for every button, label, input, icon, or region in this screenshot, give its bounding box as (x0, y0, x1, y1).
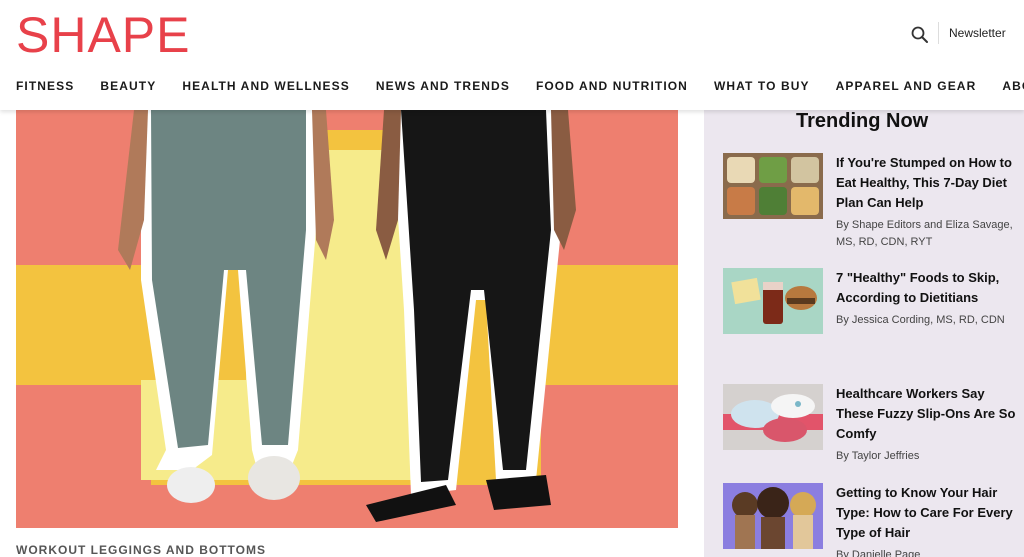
search-icon[interactable] (910, 25, 930, 45)
nav-apparel-and-gear[interactable]: APPAREL AND GEAR (836, 79, 977, 93)
trending-title: Trending Now (796, 110, 929, 132)
site-logo[interactable]: SHAPE (16, 8, 191, 62)
trending-item-title[interactable]: 7 "Healthy" Foods to Skip, According to … (836, 268, 1016, 308)
trending-item-byline: By Jessica Cording, MS, RD, CDN (836, 314, 1005, 326)
header-divider (938, 22, 939, 44)
nav-fitness[interactable]: FITNESS (16, 79, 74, 93)
nav-food-and-nutrition[interactable]: FOOD AND NUTRITION (536, 79, 688, 93)
nav-about-us[interactable]: ABOUT US (1002, 79, 1024, 93)
nav-beauty[interactable]: BEAUTY (100, 79, 156, 93)
healthy-foods-thumbnail[interactable] (723, 268, 823, 334)
hero-image[interactable] (16, 110, 678, 528)
hair-types-thumbnail[interactable] (723, 483, 823, 549)
nav-news-and-trends[interactable]: NEWS AND TRENDS (376, 79, 510, 93)
nav-what-to-buy[interactable]: WHAT TO BUY (714, 79, 810, 93)
newsletter-link[interactable]: Newsletter (949, 26, 1006, 40)
trending-item-title[interactable]: Healthcare Workers Say These Fuzzy Slip-… (836, 384, 1016, 444)
trending-item-byline: By Danielle Page (836, 549, 921, 557)
slip-ons-thumbnail[interactable] (723, 384, 823, 450)
trending-item-title[interactable]: If You're Stumped on How to Eat Healthy,… (836, 153, 1016, 213)
diet-meal-thumbnail[interactable] (723, 153, 823, 219)
hero-illustration (16, 110, 678, 528)
site-header: SHAPE Newsletter FITNESS BEAUTY HEALTH A… (0, 0, 1024, 110)
trending-item-byline: By Shape Editors and Eliza Savage, MS, R… (836, 219, 1013, 248)
trending-item-title[interactable]: Getting to Know Your Hair Type: How to C… (836, 483, 1016, 543)
trending-sidebar: Trending Now If You're Stumped on How to… (704, 110, 1024, 557)
hero-caption[interactable]: WORKOUT LEGGINGS AND BOTTOMS (16, 543, 266, 557)
nav-health-and-wellness[interactable]: HEALTH AND WELLNESS (182, 79, 350, 93)
trending-item-byline: By Taylor Jeffries (836, 450, 920, 462)
main-nav: FITNESS BEAUTY HEALTH AND WELLNESS NEWS … (16, 79, 1024, 93)
